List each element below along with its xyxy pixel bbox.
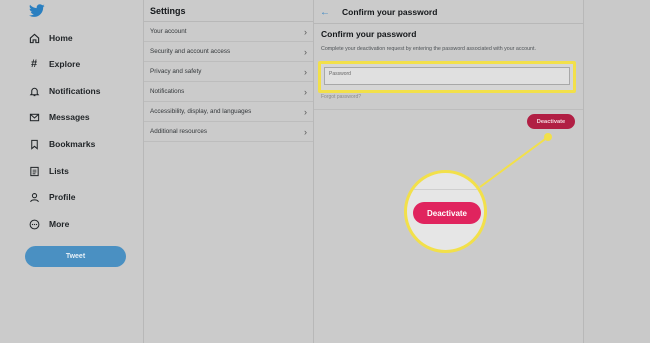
nav-item-label: Home <box>49 33 73 43</box>
password-highlight: Password <box>318 61 576 93</box>
bookmark-icon <box>28 138 40 150</box>
list-icon <box>28 165 40 177</box>
bell-icon <box>28 85 40 97</box>
nav-item-home[interactable]: Home <box>28 28 73 48</box>
nav-item-label: Bookmarks <box>49 139 96 149</box>
chevron-right-icon: › <box>304 126 307 137</box>
deactivate-button-zoomed: Deactivate <box>413 202 481 224</box>
page-title: Confirm your password <box>321 29 417 39</box>
settings-item-label: Security and account access <box>150 48 231 55</box>
chevron-right-icon: › <box>304 86 307 97</box>
nav-item-label: Lists <box>49 166 69 176</box>
settings-title: Settings <box>150 6 186 16</box>
divider <box>314 109 583 110</box>
nav-item-profile[interactable]: Profile <box>28 187 75 207</box>
chevron-right-icon: › <box>304 46 307 57</box>
settings-item-label: Accessibility, display, and languages <box>150 108 252 115</box>
header-title: Confirm your password <box>342 7 438 17</box>
settings-item-label: Privacy and safety <box>150 68 202 75</box>
nav-item-label: Explore <box>49 59 81 69</box>
nav-item-notifications[interactable]: Notifications <box>28 81 100 101</box>
panel-header: ← Confirm your password <box>320 5 437 19</box>
settings-item-additional-resources[interactable]: Additional resources › <box>144 122 313 142</box>
deactivate-button[interactable]: Deactivate <box>527 114 575 129</box>
description-text: Complete your deactivation request by en… <box>321 46 536 52</box>
nav-item-lists[interactable]: Lists <box>28 161 69 181</box>
nav-item-bookmarks[interactable]: Bookmarks <box>28 134 95 154</box>
settings-item-label: Your account <box>150 28 187 35</box>
twitter-bird-icon[interactable] <box>28 4 46 18</box>
envelope-icon <box>28 111 40 123</box>
divider <box>407 189 484 190</box>
chevron-right-icon: › <box>304 66 307 77</box>
settings-panel: Settings Your account › Security and acc… <box>143 0 314 343</box>
divider <box>314 23 583 24</box>
nav-item-messages[interactable]: Messages <box>28 107 90 127</box>
password-field[interactable]: Password <box>324 67 570 85</box>
right-gutter <box>584 0 650 343</box>
back-arrow-icon[interactable]: ← <box>320 7 330 18</box>
settings-item-label: Notifications <box>150 88 185 95</box>
nav-item-label: Notifications <box>49 86 101 96</box>
forgot-password-link[interactable]: Forgot password? <box>321 94 361 100</box>
zoom-callout: Deactivate <box>404 170 487 253</box>
home-icon <box>28 32 40 44</box>
nav-item-label: More <box>49 219 70 229</box>
settings-item-accessibility[interactable]: Accessibility, display, and languages › <box>144 102 313 122</box>
settings-item-privacy[interactable]: Privacy and safety › <box>144 62 313 82</box>
nav-item-label: Profile <box>49 192 76 202</box>
password-placeholder: Password <box>329 71 351 77</box>
settings-item-notifications[interactable]: Notifications › <box>144 82 313 102</box>
settings-item-security[interactable]: Security and account access › <box>144 42 313 62</box>
chevron-right-icon: › <box>304 26 307 37</box>
nav-item-label: Messages <box>49 112 90 122</box>
more-icon <box>28 218 40 230</box>
hashtag-icon: # <box>30 58 38 70</box>
settings-item-your-account[interactable]: Your account › <box>144 22 313 42</box>
primary-nav: Home # Explore Notifications Messages Bo… <box>0 0 143 343</box>
settings-item-label: Additional resources <box>150 128 208 135</box>
chevron-right-icon: › <box>304 106 307 117</box>
person-icon <box>28 191 40 203</box>
nav-item-explore[interactable]: # Explore <box>28 54 80 74</box>
tweet-button[interactable]: Tweet <box>25 246 126 267</box>
nav-item-more[interactable]: More <box>28 214 69 234</box>
